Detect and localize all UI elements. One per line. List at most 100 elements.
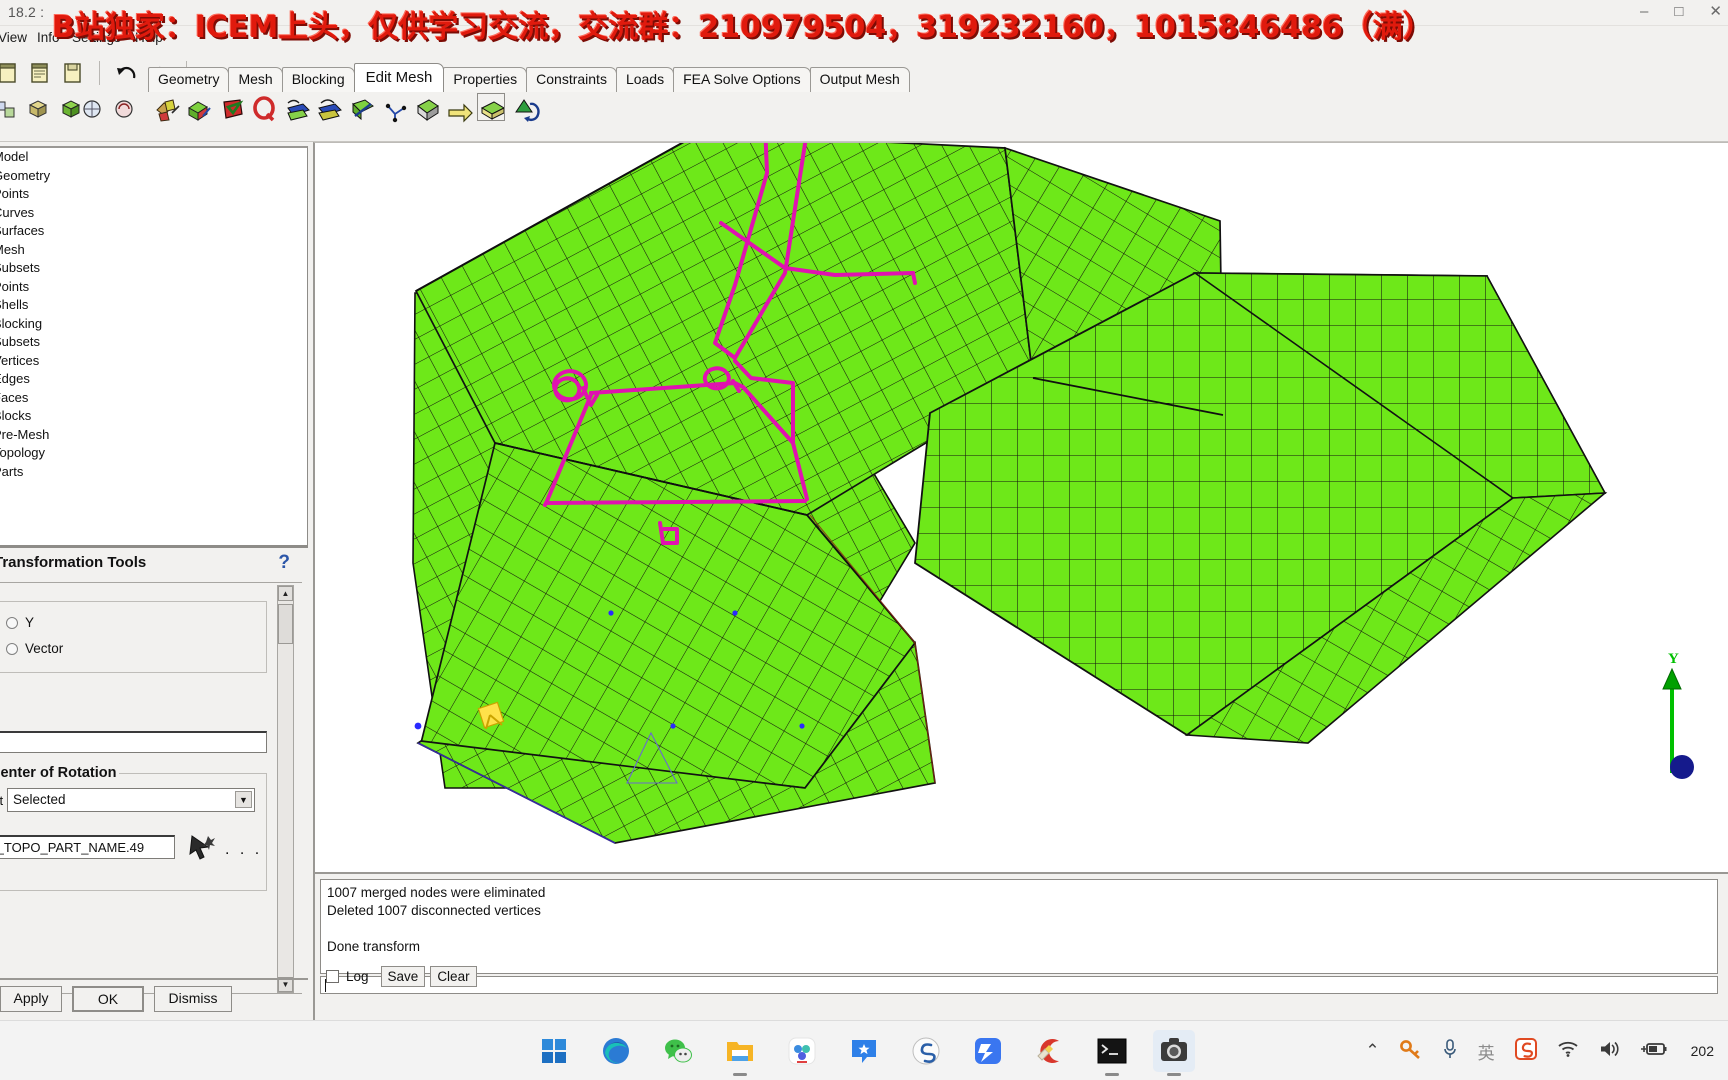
smooth-mesh-icon[interactable] xyxy=(283,94,310,121)
part-name-input[interactable]: P_TOPO_PART_NAME.49 xyxy=(0,835,175,859)
chevron-down-icon[interactable]: ▼ xyxy=(235,791,252,808)
apply-button[interactable]: Apply xyxy=(0,986,62,1012)
move-nodes-icon[interactable] xyxy=(380,94,407,123)
close-button[interactable]: ✕ xyxy=(1709,2,1722,20)
message-line-4: Done transform xyxy=(327,939,421,954)
ime-english-icon[interactable]: 英 xyxy=(1478,1039,1495,1064)
taskbar-sogou-browser-icon[interactable] xyxy=(905,1030,947,1072)
tab-edit-mesh[interactable]: Edit Mesh xyxy=(353,63,445,92)
open-file-icon[interactable] xyxy=(27,60,53,86)
key-icon[interactable] xyxy=(1399,1039,1422,1063)
sogou-input-icon[interactable] xyxy=(1514,1038,1537,1064)
model-tree[interactable]: Model Geometry Points Curves Surfaces Me… xyxy=(0,146,308,546)
taskbar-clock[interactable]: 202 xyxy=(1691,1043,1714,1059)
tab-loads[interactable]: Loads xyxy=(615,67,675,92)
tree-item-pre-mesh[interactable]: Pre-Mesh xyxy=(0,426,307,445)
menu-item-view[interactable]: View xyxy=(0,30,27,45)
display-tree-icon[interactable] xyxy=(0,96,19,122)
panel-scrollbar[interactable]: ▲ ▼ xyxy=(277,585,294,993)
tree-item-curves[interactable]: Curves xyxy=(0,204,307,223)
tab-mesh[interactable]: Mesh xyxy=(228,67,283,92)
tree-item-block-subsets[interactable]: Subsets xyxy=(0,333,307,352)
tree-item-faces[interactable]: Faces xyxy=(0,389,307,408)
message-log[interactable]: 1007 merged nodes were eliminated Delete… xyxy=(320,879,1718,974)
menu-item-settings[interactable]: Settings xyxy=(72,30,121,45)
more-options-button[interactable]: . . . xyxy=(225,841,262,859)
message-line-2: Deleted 1007 disconnected vertices xyxy=(327,903,541,918)
toolbar-row-secondary xyxy=(0,93,1728,134)
create-shell-icon[interactable] xyxy=(413,94,439,122)
tab-geometry[interactable]: Geometry xyxy=(148,67,230,92)
tab-output-mesh[interactable]: Output Mesh xyxy=(809,67,910,92)
maximize-button[interactable]: □ xyxy=(1674,3,1683,20)
taskbar-edge-browser-icon[interactable] xyxy=(595,1030,637,1072)
split-mesh-icon[interactable] xyxy=(348,94,374,121)
wireframe-icon[interactable] xyxy=(25,96,51,122)
save-file-icon[interactable] xyxy=(60,60,86,86)
tree-item-mesh-points[interactable]: Points xyxy=(0,278,307,297)
translate-arrow-icon[interactable] xyxy=(445,94,473,123)
tree-item-shells[interactable]: Shells xyxy=(0,296,307,315)
tab-constraints[interactable]: Constraints xyxy=(526,67,617,92)
tree-item-mesh[interactable]: Mesh xyxy=(0,241,307,260)
quality-check-icon[interactable] xyxy=(250,94,276,122)
tree-item-vertices[interactable]: Vertices xyxy=(0,352,307,371)
command-input[interactable] xyxy=(320,976,1718,994)
battery-icon[interactable] xyxy=(1640,1041,1667,1061)
scroll-up-arrow-icon[interactable]: ▲ xyxy=(278,586,293,601)
taskbar-windows-start-icon[interactable] xyxy=(533,1030,575,1072)
microphone-icon[interactable] xyxy=(1442,1038,1458,1064)
menu-item-help[interactable]: Help xyxy=(135,30,163,45)
tab-blocking[interactable]: Blocking xyxy=(281,67,355,92)
view-fit-icon[interactable] xyxy=(111,96,137,122)
tab-properties[interactable]: Properties xyxy=(443,67,528,92)
mirror-mesh-icon[interactable] xyxy=(476,93,505,121)
tree-item-topology[interactable]: Topology xyxy=(0,444,307,463)
taskbar-file-explorer-icon[interactable] xyxy=(719,1030,761,1076)
rotate-mesh-icon[interactable] xyxy=(510,94,540,122)
taskbar-wechat-icon[interactable] xyxy=(657,1030,699,1072)
wifi-icon[interactable] xyxy=(1557,1040,1579,1062)
tree-item-model[interactable]: Model xyxy=(0,148,307,167)
tab-fea-solve-options[interactable]: FEA Solve Options xyxy=(673,67,811,92)
create-element-icon[interactable] xyxy=(153,94,180,122)
minimize-button[interactable]: – xyxy=(1640,3,1648,20)
undo-icon[interactable] xyxy=(114,60,140,86)
vector-input[interactable] xyxy=(0,731,267,753)
3d-viewport[interactable]: Y xyxy=(313,142,1728,872)
taskbar-ccleaner-icon[interactable] xyxy=(1029,1030,1071,1072)
taskbar-thunder-download-icon[interactable] xyxy=(967,1030,1009,1072)
volume-icon[interactable] xyxy=(1599,1040,1621,1062)
log-checkbox[interactable] xyxy=(326,970,339,983)
tree-item-edges[interactable]: Edges xyxy=(0,370,307,389)
radio-axis-vector[interactable]: Vector xyxy=(6,641,63,656)
taskbar-tim-qq-icon[interactable] xyxy=(843,1030,885,1072)
new-file-icon[interactable] xyxy=(0,60,21,86)
tree-item-geometry[interactable]: Geometry xyxy=(0,167,307,186)
tree-item-mesh-subsets[interactable]: Subsets xyxy=(0,259,307,278)
select-cursor-icon[interactable] xyxy=(186,833,216,866)
merge-nodes-icon[interactable] xyxy=(315,94,343,121)
tree-item-points[interactable]: Points xyxy=(0,185,307,204)
view-iso-icon[interactable] xyxy=(79,96,105,122)
taskbar-baidu-netdisk-icon[interactable] xyxy=(781,1030,823,1072)
menu-item-info[interactable]: Info xyxy=(37,30,60,45)
method-combo[interactable]: Selected ▼ xyxy=(7,788,255,812)
chevron-up-icon[interactable]: ⌃ xyxy=(1365,1041,1379,1061)
tree-item-blocking[interactable]: Blocking xyxy=(0,315,307,334)
save-log-button[interactable]: Save xyxy=(380,966,426,987)
help-question-icon[interactable]: ? xyxy=(278,552,290,574)
extrude-mesh-icon[interactable] xyxy=(185,94,212,121)
ok-button[interactable]: OK xyxy=(72,986,144,1012)
toolbar: Geometry Mesh Blocking Edit Mesh Propert… xyxy=(0,52,1728,142)
dismiss-button[interactable]: Dismiss xyxy=(154,986,232,1012)
radio-axis-y[interactable]: Y xyxy=(6,615,34,630)
clear-log-button[interactable]: Clear xyxy=(430,966,477,987)
taskbar-screen-recorder-icon[interactable] xyxy=(1153,1030,1195,1076)
transform-mesh-icon[interactable] xyxy=(218,94,244,120)
tree-item-parts[interactable]: Parts xyxy=(0,463,307,482)
taskbar-terminal-icon[interactable] xyxy=(1091,1030,1133,1076)
tree-item-blocks[interactable]: Blocks xyxy=(0,407,307,426)
tree-item-surfaces[interactable]: Surfaces xyxy=(0,222,307,241)
scrollbar-thumb[interactable] xyxy=(278,604,293,644)
